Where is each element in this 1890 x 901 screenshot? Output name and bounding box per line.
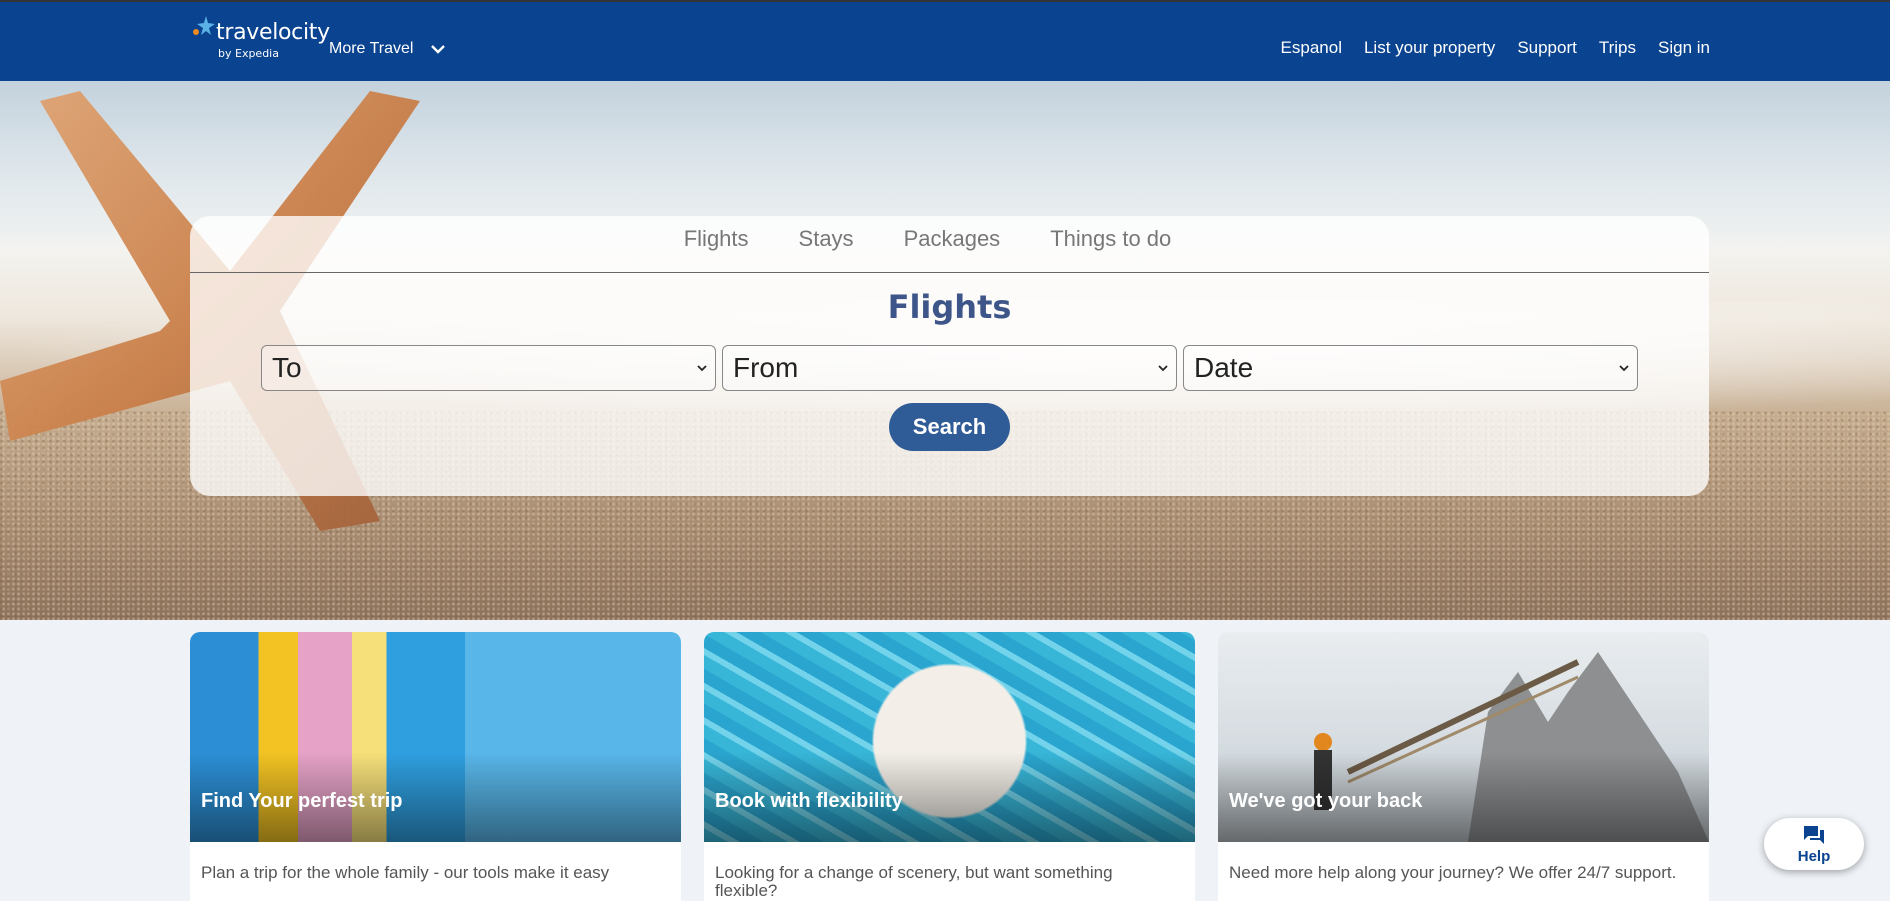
feature-card-trip[interactable]: Find Your perfest trip Plan a trip for t…	[190, 632, 681, 901]
logo-wordmark: travelocity	[216, 20, 330, 45]
search-tabs: Flights Stays Packages Things to do	[190, 216, 1709, 273]
date-select[interactable]: Date	[1183, 345, 1638, 391]
from-select-value: From	[733, 352, 799, 383]
nav-link-espanol[interactable]: Espanol	[1281, 38, 1342, 58]
search-panel: Flights Stays Packages Things to do Flig…	[190, 216, 1709, 496]
chevron-down-icon	[1158, 364, 1168, 371]
header-links: Espanol List your property Support Trips…	[1281, 38, 1710, 58]
feature-card-text: Need more help along your journey? We of…	[1229, 863, 1677, 882]
nav-link-list-property[interactable]: List your property	[1364, 38, 1495, 58]
search-button[interactable]: Search	[889, 403, 1010, 451]
feature-card-support[interactable]: We've got your back Need more help along…	[1218, 632, 1709, 901]
feature-cards: Find Your perfest trip Plan a trip for t…	[190, 632, 1709, 901]
more-travel-menu[interactable]: More Travel	[329, 40, 446, 58]
date-select-value: Date	[1194, 352, 1254, 383]
from-select[interactable]: From	[722, 345, 1177, 391]
search-title: Flights	[887, 288, 1012, 326]
top-nav-bar: travelocity by Expedia More Travel Espan…	[0, 0, 1890, 81]
to-select[interactable]: To	[261, 345, 716, 391]
tab-things-to-do[interactable]: Things to do	[1050, 226, 1171, 272]
chat-icon	[1804, 825, 1824, 844]
to-select-value: To	[272, 352, 302, 383]
feature-card-title: Book with flexibility	[715, 790, 903, 812]
feature-card-text: Looking for a change of scenery, but wan…	[715, 863, 1113, 900]
nav-link-trips[interactable]: Trips	[1599, 38, 1636, 58]
feature-card-flexibility[interactable]: Book with flexibility Looking for a chan…	[704, 632, 1195, 901]
chevron-down-icon	[1619, 364, 1629, 371]
travelocity-logo[interactable]: travelocity by Expedia	[190, 14, 330, 64]
help-label: Help	[1797, 847, 1831, 865]
tab-packages[interactable]: Packages	[904, 226, 1001, 272]
hero-beach-image: Flights Stays Packages Things to do Flig…	[0, 81, 1890, 620]
tab-stays[interactable]: Stays	[799, 226, 854, 272]
nav-link-support[interactable]: Support	[1517, 38, 1577, 58]
more-travel-label: More Travel	[329, 40, 414, 57]
nav-link-sign-in[interactable]: Sign in	[1658, 38, 1710, 58]
logo-star-icon	[193, 16, 215, 35]
help-button[interactable]: Help	[1764, 818, 1864, 870]
feature-card-title: We've got your back	[1229, 790, 1423, 812]
search-fields: To From Date	[261, 345, 1638, 391]
feature-card-title: Find Your perfest trip	[201, 790, 403, 812]
tab-flights[interactable]: Flights	[684, 226, 749, 272]
chevron-down-icon	[697, 364, 707, 371]
logo-subtext: by Expedia	[218, 47, 279, 60]
feature-card-text: Plan a trip for the whole family - our t…	[201, 863, 610, 882]
chevron-down-icon	[431, 44, 446, 54]
